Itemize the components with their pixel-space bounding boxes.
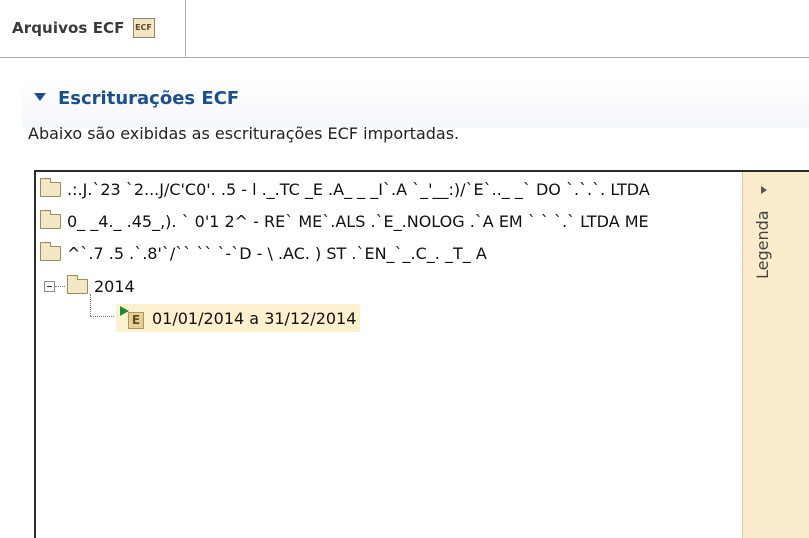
tree-connector bbox=[90, 316, 114, 318]
legend-panel[interactable]: Legenda bbox=[742, 172, 809, 538]
tree-item[interactable]: .:.J.`23 `2...J/C'C0'. .5 - l ._.TC _E .… bbox=[40, 177, 650, 201]
tree-item-period[interactable]: E 01/01/2014 a 31/12/2014 bbox=[116, 304, 361, 332]
tab-strip: Arquivos ECF ECF bbox=[0, 0, 809, 58]
legend-label: Legenda bbox=[753, 210, 772, 279]
tree-item-label: ^`.7 .5 .`.8'`/`` `` `-`D - \ .AC. ) ST … bbox=[67, 243, 487, 263]
ecf-file-icon: ECF bbox=[132, 18, 155, 38]
tree-panel[interactable]: .:.J.`23 `2...J/C'C0'. .5 - l ._.TC _E .… bbox=[34, 170, 809, 538]
folder-icon bbox=[40, 177, 61, 197]
collapse-triangle-icon[interactable] bbox=[34, 93, 46, 101]
collapse-toggle-icon[interactable] bbox=[44, 280, 55, 292]
tab-label: Arquivos ECF bbox=[12, 19, 125, 37]
tree-connector bbox=[55, 286, 65, 288]
folder-icon bbox=[40, 241, 61, 261]
tree-item[interactable]: 0_ _4._ .45_,). ` 0'1 2^ - RE` ME`.ALS .… bbox=[40, 209, 649, 233]
folder-open-icon bbox=[67, 274, 88, 294]
tree-item-label: 01/01/2014 a 31/12/2014 bbox=[152, 308, 357, 328]
tab-arquivos-ecf[interactable]: Arquivos ECF ECF bbox=[0, 0, 186, 57]
expand-arrow-icon[interactable] bbox=[761, 186, 767, 194]
tree-item[interactable]: ^`.7 .5 .`.8'`/`` `` `-`D - \ .AC. ) ST … bbox=[40, 241, 487, 265]
section-title: Escriturações ECF bbox=[58, 88, 240, 109]
folder-icon bbox=[40, 209, 61, 229]
section-header[interactable]: Escriturações ECF bbox=[22, 76, 809, 128]
tree-item-label: 0_ _4._ .45_,). ` 0'1 2^ - RE` ME`.ALS .… bbox=[67, 211, 649, 231]
section-description: Abaixo são exibidas as escriturações ECF… bbox=[28, 124, 460, 143]
tree-item-label: 2014 bbox=[94, 276, 135, 296]
tree-item-label: .:.J.`23 `2...J/C'C0'. .5 - l ._.TC _E .… bbox=[67, 179, 650, 199]
tree-connector bbox=[90, 294, 92, 316]
ecf-bookkeeping-icon: E bbox=[120, 306, 146, 330]
